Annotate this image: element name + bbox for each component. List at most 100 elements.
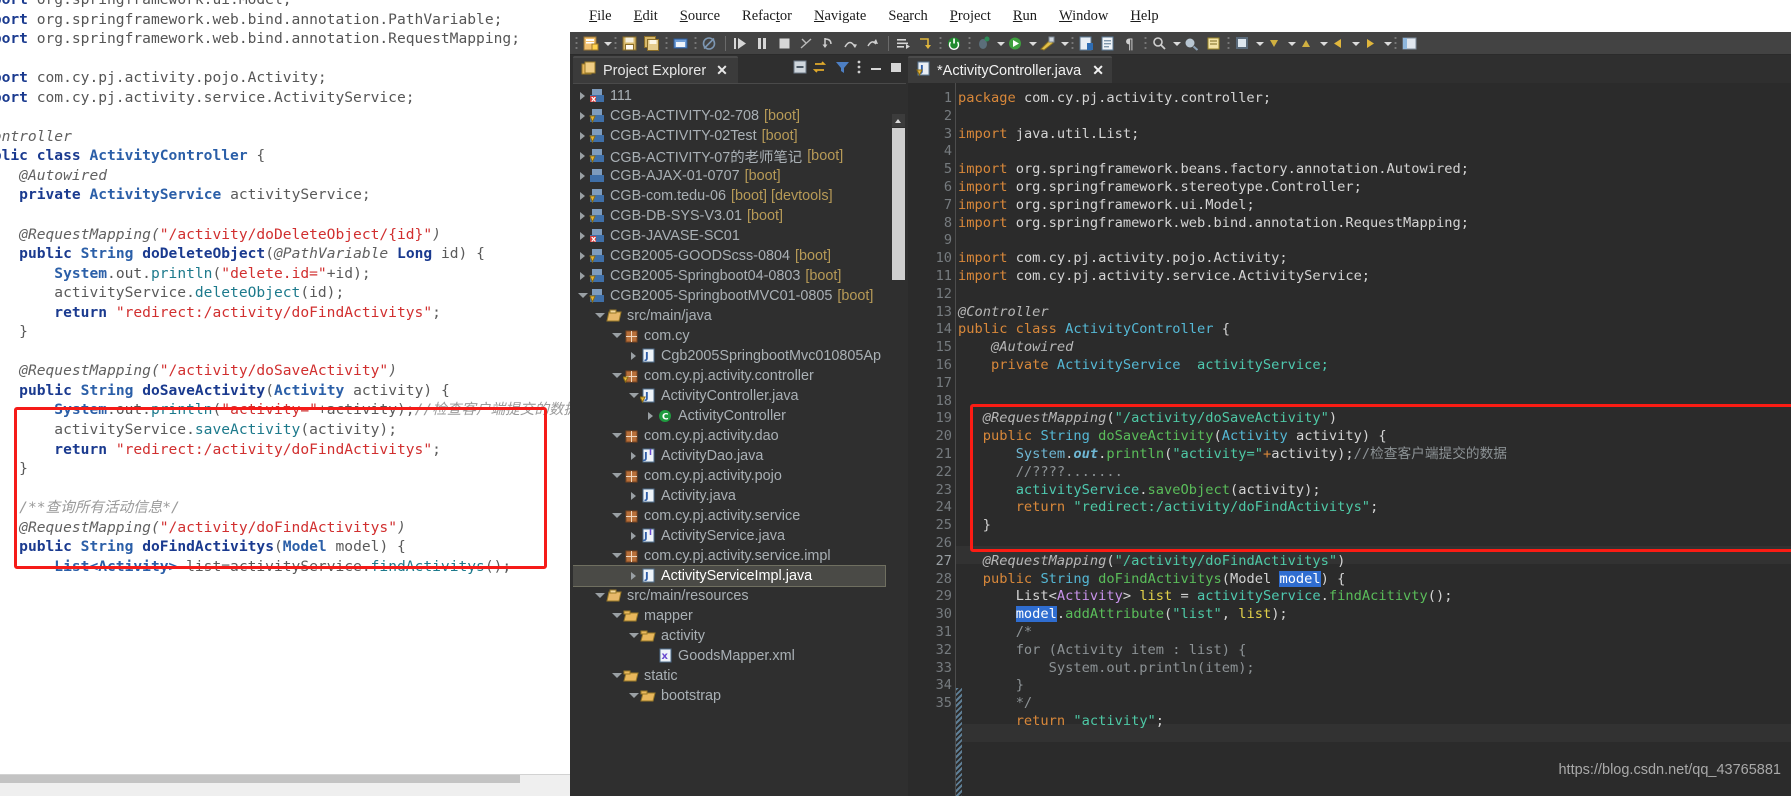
scrollbar-thumb[interactable]: [0, 775, 520, 783]
tree-item-activity.java[interactable]: J Activity.java: [573, 486, 885, 506]
save-all-icon[interactable]: [642, 34, 662, 53]
tree-item-cgb-activity-07-[interactable]: CGB-ACTIVITY-07的老师笔记 [boot]: [573, 146, 885, 166]
chevron-down-icon[interactable]: [611, 506, 623, 526]
chevron-down-icon[interactable]: [594, 586, 606, 606]
chevron-right-icon[interactable]: [577, 146, 589, 166]
debug-icon[interactable]: [974, 34, 994, 53]
tree-item-cgb-com.tedu-06[interactable]: CGB-com.tedu-06 [boot] [devtools]: [573, 186, 885, 206]
close-icon[interactable]: ✕: [1092, 62, 1104, 79]
tree-item-111[interactable]: x 111: [573, 86, 885, 106]
chevron-right-icon[interactable]: [628, 446, 640, 466]
previous-annotation-caret[interactable]: [1318, 34, 1328, 53]
project-explorer-vertical-scrollbar[interactable]: [892, 114, 905, 794]
tree-item-com.cy.pj.activity.service.impl[interactable]: com.cy.pj.activity.service.impl: [573, 546, 885, 566]
terminate-icon[interactable]: [775, 34, 795, 53]
scroll-up-arrow[interactable]: [892, 114, 905, 127]
chevron-down-icon[interactable]: [577, 286, 589, 306]
step-into-icon[interactable]: [819, 34, 839, 53]
menu-item-window[interactable]: Window: [1048, 8, 1119, 25]
chevron-right-icon[interactable]: [577, 226, 589, 246]
forward-dropdown-caret[interactable]: [1382, 34, 1392, 53]
tree-item-cgb2005-springboot04-0803[interactable]: CGB2005-Springboot04-0803 [boot]: [573, 266, 885, 286]
next-annotation-caret[interactable]: [1286, 34, 1296, 53]
back-icon[interactable]: [1329, 34, 1349, 53]
tree-item-com.cy[interactable]: com.cy: [573, 326, 885, 346]
chevron-right-icon[interactable]: [628, 486, 640, 506]
tree-item-activitydao.java[interactable]: J I ActivityDao.java: [573, 446, 885, 466]
tree-item-bootstrap[interactable]: bootstrap: [573, 686, 885, 706]
new-java-project-icon[interactable]: [1077, 34, 1097, 53]
tree-item-src-main-resources[interactable]: src/main/resources: [573, 586, 885, 606]
run-to-line-icon[interactable]: [894, 34, 914, 53]
tab-activitycontroller-java[interactable]: J *ActivityController.java ✕: [908, 56, 1112, 83]
tree-item-goodsmapper.xml[interactable]: x GoodsMapper.xml: [573, 646, 885, 666]
tree-item-cgb2005springbootmvc010805ap[interactable]: J Cgb2005SpringbootMvc010805Ap: [573, 346, 885, 366]
tree-item-cgb-db-sys-v3.01[interactable]: CGB-DB-SYS-V3.01 [boot]: [573, 206, 885, 226]
scrollbar-thumb[interactable]: [892, 128, 905, 280]
disconnect-icon[interactable]: [797, 34, 817, 53]
save-icon[interactable]: [620, 34, 640, 53]
chevron-down-icon[interactable]: [628, 626, 640, 646]
perspective-icon[interactable]: [1400, 34, 1420, 53]
run-dropdown-caret[interactable]: [1027, 34, 1037, 53]
power-icon[interactable]: [945, 34, 965, 53]
chevron-right-icon[interactable]: [645, 406, 657, 426]
chevron-right-icon[interactable]: [628, 526, 640, 546]
chevron-down-icon[interactable]: [611, 366, 623, 386]
suspend-icon[interactable]: [753, 34, 773, 53]
tree-item-static[interactable]: static: [573, 666, 885, 686]
external-tools-caret[interactable]: [1059, 34, 1069, 53]
close-icon[interactable]: ✕: [716, 62, 728, 79]
chevron-down-icon[interactable]: [611, 606, 623, 626]
menu-item-run[interactable]: Run: [1002, 8, 1048, 25]
chevron-down-icon[interactable]: [611, 466, 623, 486]
chevron-down-icon[interactable]: [611, 326, 623, 346]
tree-item-cgb-activity-02test[interactable]: CGB-ACTIVITY-02Test [boot]: [573, 126, 885, 146]
chevron-right-icon[interactable]: [577, 246, 589, 266]
pilcrow-icon[interactable]: ¶: [1121, 34, 1141, 53]
menu-item-help[interactable]: Help: [1119, 8, 1169, 25]
external-tools-icon[interactable]: [1038, 34, 1058, 53]
new-wizard-icon[interactable]: [581, 34, 601, 53]
tree-item-com.cy.pj.activity.controller[interactable]: com.cy.pj.activity.controller: [573, 366, 885, 386]
run-icon[interactable]: [1006, 34, 1026, 53]
next-annotation-icon[interactable]: [1265, 34, 1285, 53]
tree-item-activityservice.java[interactable]: J I ActivityService.java: [573, 526, 885, 546]
open-task-icon[interactable]: [1204, 34, 1224, 53]
maximize-icon[interactable]: [888, 59, 904, 80]
tree-item-activitycontroller[interactable]: C ActivityController: [573, 406, 885, 426]
tree-item-com.cy.pj.activity.service[interactable]: com.cy.pj.activity.service: [573, 506, 885, 526]
tree-item-cgb2005-springbootmvc01-0805[interactable]: CGB2005-SpringbootMVC01-0805 [boot]: [573, 286, 885, 306]
menu-item-source[interactable]: Source: [669, 8, 731, 25]
previous-annotation-icon[interactable]: [1297, 34, 1317, 53]
tree-item-cgb-ajax-01-0707[interactable]: CGB-AJAX-01-0707 [boot]: [573, 166, 885, 186]
chevron-right-icon[interactable]: [577, 206, 589, 226]
chevron-right-icon[interactable]: [577, 266, 589, 286]
link-with-editor-icon[interactable]: [812, 59, 830, 80]
chevron-down-icon[interactable]: [611, 426, 623, 446]
search-icon[interactable]: [1150, 34, 1170, 53]
tree-item-com.cy.pj.activity.dao[interactable]: com.cy.pj.activity.dao: [573, 426, 885, 446]
view-menu-icon[interactable]: [855, 59, 864, 80]
step-return-icon[interactable]: [863, 34, 883, 53]
open-type-icon[interactable]: [1182, 34, 1202, 53]
editor-code-content[interactable]: package com.cy.pj.activity.controller; i…: [958, 83, 1791, 796]
chevron-down-icon[interactable]: [628, 386, 640, 406]
tree-item-activityserviceimpl.java[interactable]: J ActivityServiceImpl.java: [573, 565, 886, 587]
minimize-icon[interactable]: [868, 59, 884, 80]
print-icon[interactable]: [671, 34, 691, 53]
menu-item-project[interactable]: Project: [939, 8, 1002, 25]
mark-dropdown-caret[interactable]: [1254, 34, 1264, 53]
menu-item-search[interactable]: Search: [877, 8, 938, 25]
tree-item-mapper[interactable]: mapper: [573, 606, 885, 626]
tree-item-activitycontroller.java[interactable]: J ActivityController.java: [573, 386, 885, 406]
back-dropdown-caret[interactable]: [1350, 34, 1360, 53]
chevron-right-icon[interactable]: [628, 566, 640, 586]
debug-dropdown-caret[interactable]: [995, 34, 1005, 53]
tree-item-cgb-javase-sc01[interactable]: x CGB-JAVASE-SC01: [573, 226, 885, 246]
chevron-right-icon[interactable]: [577, 126, 589, 146]
chevron-down-icon[interactable]: [611, 666, 623, 686]
toolbar-drag-handle[interactable]: [575, 35, 578, 51]
chevron-right-icon[interactable]: [628, 346, 640, 366]
resume-icon[interactable]: [731, 34, 751, 53]
